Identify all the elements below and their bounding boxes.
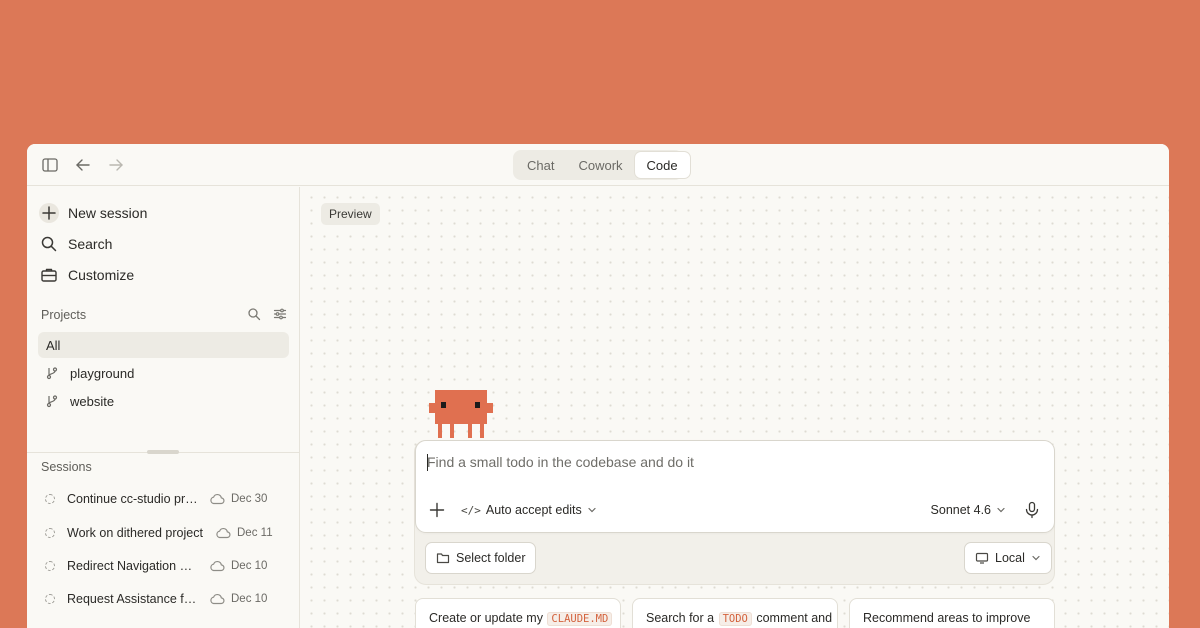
tab-chat[interactable]: Chat (515, 152, 566, 178)
text-caret (427, 454, 428, 471)
project-label: playground (70, 365, 135, 381)
cloud-icon (209, 492, 225, 506)
app-window: Chat Cowork Code New session Search Cust… (27, 144, 1169, 628)
mode-switcher: Chat Cowork Code (513, 150, 690, 180)
suggestion-card[interactable]: Search for a TODO comment and (632, 598, 838, 628)
resize-handle[interactable] (147, 450, 179, 454)
projects-heading: Projects (41, 308, 87, 322)
session-item[interactable]: Continue cc-studio project Dec 30 (45, 489, 285, 509)
cloud-icon (209, 559, 225, 573)
preview-badge: Preview (321, 203, 380, 225)
project-label: website (70, 393, 115, 409)
project-item-website[interactable]: website (45, 391, 114, 411)
session-date: Dec 10 (231, 560, 268, 572)
suggestion-text: Search for a (646, 611, 718, 625)
main-panel: Preview </> Auto accept edits (301, 187, 1169, 628)
session-status-icon (45, 561, 55, 571)
select-folder-button[interactable]: Select folder (425, 542, 537, 574)
forward-arrow-icon[interactable] (106, 155, 126, 175)
session-status-icon (45, 528, 55, 538)
session-title: Continue cc-studio project (67, 492, 199, 506)
chevron-down-icon (996, 505, 1006, 515)
suggestion-card[interactable]: Recommend areas to improve (849, 598, 1055, 628)
sidebar-toggle-icon[interactable] (40, 155, 60, 175)
back-arrow-icon[interactable] (73, 155, 93, 175)
new-session-button[interactable]: New session (39, 200, 147, 226)
chevron-down-icon (1031, 553, 1041, 563)
model-label: Sonnet 4.6 (930, 503, 991, 517)
monitor-icon (975, 551, 989, 565)
attach-plus-icon[interactable] (428, 501, 446, 519)
customize-label: Customize (68, 267, 135, 283)
auto-accept-dropdown[interactable]: </> Auto accept edits (461, 501, 597, 519)
session-item[interactable]: Request Assistance for Task Dec 10 (45, 589, 285, 609)
prompt-input[interactable] (427, 451, 1027, 473)
search-icon (39, 234, 59, 254)
cloud-icon (209, 592, 225, 606)
briefcase-icon (39, 265, 59, 285)
branch-icon (45, 394, 59, 408)
sidebar: New session Search Customize Projects Al… (27, 187, 300, 628)
mascot-icon (429, 390, 493, 438)
search-button[interactable]: Search (39, 231, 112, 257)
session-date: Dec 11 (237, 527, 273, 539)
session-item[interactable]: Work on dithered project Dec 11 (45, 523, 285, 543)
title-bar: Chat Cowork Code (27, 144, 1169, 186)
project-filter-all[interactable]: All (38, 332, 289, 358)
plus-icon (39, 203, 59, 223)
select-folder-label: Select folder (456, 551, 526, 565)
model-selector[interactable]: Sonnet 4.6 (931, 501, 1006, 519)
session-date: Dec 10 (231, 593, 268, 605)
code-brackets-icon: </> (461, 503, 481, 517)
suggestion-code: CLAUDE.MD (547, 612, 613, 626)
tab-code[interactable]: Code (634, 152, 690, 178)
suggestion-card[interactable]: Create or update my CLAUDE.MD (415, 598, 621, 628)
session-title: Redirect Navigation and Routing (67, 559, 199, 573)
search-projects-icon[interactable] (247, 307, 261, 321)
session-item[interactable]: Redirect Navigation and Routing Dec 10 (45, 556, 285, 576)
suggestion-text: Recommend areas to improve (863, 611, 1031, 625)
filter-sliders-icon[interactable] (273, 307, 287, 321)
cloud-icon (215, 526, 231, 540)
suggestion-text: comment and (752, 611, 833, 625)
new-session-label: New session (68, 205, 148, 221)
sessions-heading: Sessions (41, 460, 92, 474)
projects-actions (247, 307, 287, 321)
customize-button[interactable]: Customize (39, 262, 134, 288)
folder-icon (436, 551, 450, 565)
search-label: Search (68, 236, 113, 252)
session-status-icon (45, 594, 55, 604)
suggestion-text: Create or update my (429, 611, 547, 625)
project-item-playground[interactable]: playground (45, 363, 134, 383)
suggestion-code: TODO (718, 612, 752, 626)
chevron-down-icon (587, 505, 597, 515)
session-title: Work on dithered project (67, 526, 203, 540)
session-title: Request Assistance for Task (67, 592, 199, 606)
session-status-icon (45, 494, 55, 504)
session-date: Dec 30 (231, 493, 268, 505)
tab-cowork[interactable]: Cowork (566, 152, 634, 178)
auto-accept-label: Auto accept edits (485, 503, 582, 517)
environment-label: Local (995, 551, 1025, 565)
microphone-icon[interactable] (1022, 500, 1042, 520)
environment-dropdown[interactable]: Local (964, 542, 1052, 574)
branch-icon (45, 366, 59, 380)
composer: </> Auto accept edits Sonnet 4.6 (415, 440, 1055, 533)
